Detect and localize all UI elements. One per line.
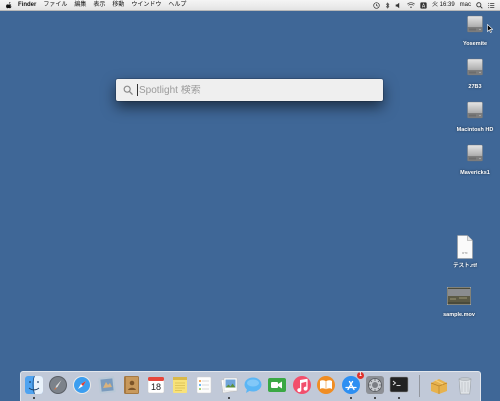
dock-item-preview[interactable]	[219, 375, 239, 399]
messages-icon	[244, 377, 262, 393]
running-indicator	[398, 397, 400, 399]
dock-item-system-preferences[interactable]	[365, 375, 385, 399]
document-page-icon	[457, 235, 473, 259]
dock-item-launchpad[interactable]	[48, 375, 68, 397]
preview-icon	[220, 377, 238, 394]
terminal-icon	[389, 376, 409, 393]
hard-drive-icon	[467, 144, 483, 162]
menu-go[interactable]: 移動	[112, 0, 124, 10]
dock: 18 1	[20, 371, 481, 401]
hard-drive-icon	[467, 101, 483, 119]
desktop-icon-label: Mavericks1	[460, 170, 490, 176]
desktop-volume-macintosh-hd[interactable]: Macintosh HD	[450, 100, 500, 133]
menu-file[interactable]: ファイル	[43, 0, 67, 10]
hard-drive-icon	[467, 58, 483, 76]
desktop-file-movie[interactable]: sample.mov	[434, 286, 484, 318]
text-cursor	[137, 84, 138, 96]
running-indicator	[228, 397, 230, 399]
search-icon	[123, 85, 133, 95]
archive-icon	[430, 379, 448, 394]
spotlight-search-input[interactable]	[139, 84, 369, 96]
clock[interactable]: 火 16:39	[432, 0, 455, 10]
reminders-icon	[196, 376, 212, 394]
dock-separator	[419, 375, 420, 397]
menu-view[interactable]: 表示	[93, 0, 105, 10]
notification-badge: 1	[357, 372, 364, 379]
dock-item-terminal[interactable]	[389, 375, 409, 399]
spotlight-menu-icon[interactable]	[476, 1, 483, 9]
dock-item-facetime[interactable]	[267, 375, 287, 397]
facetime-icon	[268, 378, 286, 392]
dock-item-mail[interactable]	[97, 375, 117, 397]
running-indicator	[350, 397, 352, 399]
time-machine-icon[interactable]	[373, 1, 380, 9]
dock-item-itunes[interactable]	[292, 375, 312, 397]
notes-icon	[173, 377, 187, 393]
volume-icon[interactable]	[395, 2, 402, 9]
rtf-document-icon: RTF	[457, 235, 473, 259]
rtf-label: RTF	[462, 251, 468, 255]
mail-icon	[98, 376, 116, 394]
desktop-icon-label: Yosemite	[462, 41, 488, 47]
desktop-icon-label: 27B3	[468, 84, 482, 90]
status-menus: A 火 16:39 mac	[368, 0, 495, 10]
safari-icon	[73, 376, 91, 394]
dock-item-safari[interactable]	[72, 375, 92, 397]
ibooks-icon	[317, 376, 335, 394]
itunes-icon	[293, 376, 311, 394]
dock-item-finder[interactable]	[24, 375, 44, 399]
calendar-date: 18	[150, 382, 161, 392]
dock-item-messages[interactable]	[243, 375, 263, 397]
desktop-icon-label: sample.mov	[443, 312, 475, 318]
mouse-pointer-icon	[487, 24, 493, 33]
spotlight-search-bar[interactable]	[116, 79, 383, 101]
dock-item-calendar[interactable]: 18	[146, 375, 166, 397]
dock-item-notes[interactable]	[170, 375, 190, 397]
menu-help[interactable]: ヘルプ	[168, 0, 186, 10]
trash-icon	[458, 377, 472, 395]
hard-drive-icon	[467, 15, 483, 33]
launchpad-icon	[49, 376, 67, 394]
wifi-icon[interactable]	[407, 1, 415, 9]
desktop-icon-label: テスト.rtf	[453, 263, 477, 269]
bluetooth-icon[interactable]	[385, 1, 390, 9]
input-method-icon[interactable]: A	[420, 1, 427, 9]
gear-icon	[366, 376, 384, 394]
running-indicator	[374, 397, 376, 399]
dock-item-app-store[interactable]: 1	[341, 372, 364, 399]
menu-edit[interactable]: 編集	[74, 0, 86, 10]
running-indicator	[33, 397, 35, 399]
menu-window[interactable]: ウインドウ	[131, 0, 161, 10]
dock-item-archive[interactable]	[429, 375, 449, 397]
user-menu[interactable]: mac	[460, 0, 471, 10]
dock-item-trash[interactable]	[455, 375, 475, 397]
contacts-icon	[124, 376, 139, 394]
menu-bar: Finder ファイル 編集 表示 移動 ウインドウ ヘルプ A 火 16:39…	[0, 0, 500, 11]
desktop-volume-27b3[interactable]: 27B3	[450, 57, 500, 90]
desktop-icon-label: Macintosh HD	[456, 127, 494, 133]
apple-menu-icon[interactable]	[6, 1, 13, 9]
finder-icon	[25, 375, 43, 395]
menu-finder[interactable]: Finder	[18, 0, 36, 10]
movie-thumbnail-icon	[446, 286, 472, 306]
dock-item-ibooks[interactable]	[316, 375, 336, 397]
dock-item-reminders[interactable]	[194, 375, 214, 397]
notification-center-icon[interactable]	[488, 2, 495, 9]
desktop-volume-mavericks1[interactable]: Mavericks1	[450, 143, 500, 176]
dock-item-contacts[interactable]	[121, 375, 141, 397]
desktop-file-rtf[interactable]: RTF テスト.rtf	[440, 235, 490, 269]
